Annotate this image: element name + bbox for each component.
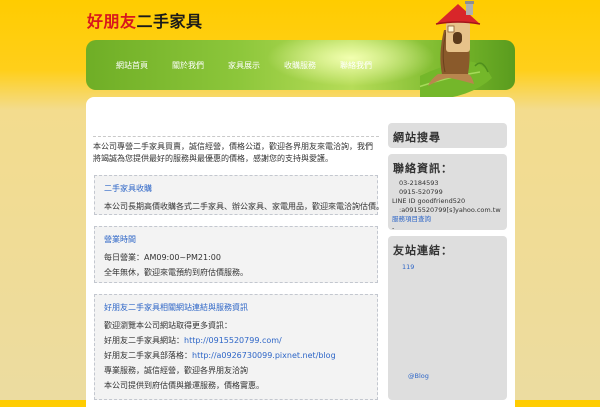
box-line: 本公司提供到府估價與搬運服務，價格實惠。 <box>104 381 264 390</box>
site-title-black: 二手家具 <box>136 12 203 31</box>
intro-text: 本公司專營二手家具買賣，誠信經營，價格公道，歡迎各界朋友來電洽詢，我們將竭誠為您… <box>93 136 379 165</box>
box-title-links[interactable]: 好朋友二手家具相關網站連結與服務資訊 <box>104 302 368 313</box>
website-link[interactable]: http://0915520799.com/ <box>184 336 282 345</box>
info-box-links: 好朋友二手家具相關網站連結與服務資訊 歡迎瀏覽本公司網站取得更多資訊： 好朋友二… <box>94 294 378 400</box>
box-line: 專業服務，誠信經營，歡迎各界朋友洽詢 <box>104 366 248 375</box>
house-illustration-icon <box>420 1 492 100</box>
nav-item-products[interactable]: 家具展示 <box>228 60 260 71</box>
info-box-hours: 營業時間 每日營業：AM09:00~PM21:00 全年無休，歡迎來電預約到府估… <box>94 226 378 283</box>
box-title-hours[interactable]: 營業時間 <box>104 234 368 245</box>
contact-mobile: 0915-520799 <box>399 188 443 196</box>
contact-link[interactable]: 服務項目查詢 <box>388 215 507 224</box>
main-nav: 網站首頁 關於我們 家具展示 收購服務 聯絡我們 <box>86 40 396 90</box>
contact-email: :a0915520799[s]yahoo.com.tw <box>399 206 501 214</box>
box-line-blog: 好朋友二手家具部落格：http://a0926730099.pixnet.net… <box>104 348 368 363</box>
box-line-service: 全年無休，歡迎來電預約到府估價服務。 <box>104 268 248 277</box>
sidebar-links-widget: 友站連結： 119 @Blog <box>388 236 507 400</box>
box-line: 本公司長期高價收購各式二手家具、辦公家具、家電用品，歡迎來電洽詢估價。 <box>104 202 384 211</box>
info-box-buyback: 二手家具收購 本公司長期高價收購各式二手家具、辦公家具、家電用品，歡迎來電洽詢估… <box>94 175 384 215</box>
blog-link[interactable]: http://a0926730099.pixnet.net/blog <box>192 351 336 360</box>
nav-item-contact[interactable]: 聯絡我們 <box>340 60 372 71</box>
friend-link-119[interactable]: 119 <box>388 263 507 272</box>
contact-line-id: LINE ID goodfriend520 <box>392 197 466 205</box>
box-line: 歡迎瀏覽本公司網站取得更多資訊： <box>104 321 232 330</box>
friend-link-blog[interactable]: @Blog <box>388 372 507 381</box>
sidebar-contact-widget: 聯絡資訊： 03-2184593 0915-520799 LINE ID goo… <box>388 154 507 232</box>
site-title-red: 好朋友 <box>87 12 137 31</box>
sidebar-search-title: 網站搜尋 <box>393 131 441 144</box>
blog-label: 好朋友二手家具部落格： <box>104 351 192 360</box>
box-title-buyback[interactable]: 二手家具收購 <box>104 183 368 194</box>
nav-item-home[interactable]: 網站首頁 <box>116 60 148 71</box>
nav-item-buyback[interactable]: 收購服務 <box>284 60 316 71</box>
sidebar-search-widget: 網站搜尋 <box>388 123 507 148</box>
box-line-website: 好朋友二手家具網站：http://0915520799.com/ <box>104 333 368 348</box>
site-logo[interactable]: 好朋友二手家具 <box>87 8 203 32</box>
nav-item-about[interactable]: 關於我們 <box>172 60 204 71</box>
contact-phone: 03-2184593 <box>399 179 439 187</box>
box-line-hours: 每日營業：AM09:00~PM21:00 <box>104 253 221 262</box>
website-label: 好朋友二手家具網站： <box>104 336 184 345</box>
contact-extra: - <box>392 224 395 232</box>
sidebar-links-title: 友站連結： <box>393 244 453 257</box>
sidebar-contact-title: 聯絡資訊： <box>393 162 453 175</box>
